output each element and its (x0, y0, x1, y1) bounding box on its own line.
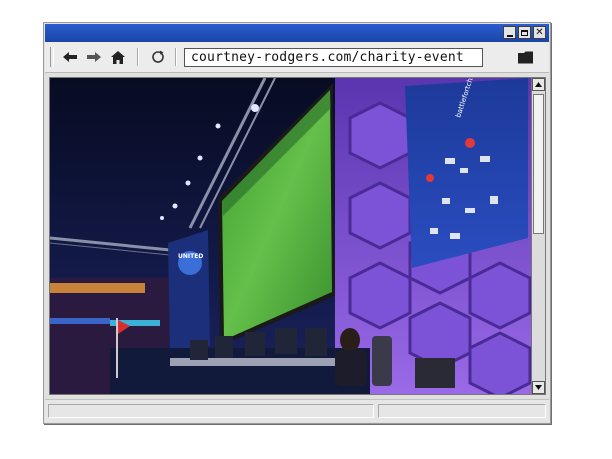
status-text-pane (48, 404, 374, 418)
event-photo: UNITED battlefortcharity.tv (50, 78, 531, 394)
status-bar (45, 399, 549, 422)
forward-arrow-icon (87, 52, 101, 62)
back-arrow-icon (63, 52, 77, 62)
close-button[interactable]: ✕ (533, 26, 546, 39)
minimize-icon (506, 34, 513, 37)
scroll-up-button[interactable] (532, 78, 545, 91)
browser-window: ✕ courtney-rodgers.com/charity-event UNI… (43, 22, 551, 424)
toolbar-separator (175, 48, 177, 66)
refresh-icon (152, 50, 164, 63)
open-folder-button[interactable] (515, 46, 537, 68)
refresh-button[interactable] (147, 46, 169, 68)
maximize-icon (521, 29, 528, 36)
home-button[interactable] (107, 46, 129, 68)
navigation-toolbar: courtney-rodgers.com/charity-event (45, 42, 549, 73)
home-icon (111, 50, 125, 64)
left-banner-text: UNITED (178, 253, 203, 260)
minimize-button[interactable] (503, 26, 516, 39)
scroll-down-button[interactable] (532, 381, 545, 394)
status-info-pane (378, 404, 546, 418)
forward-button[interactable] (83, 46, 105, 68)
scroll-up-icon (535, 82, 542, 87)
scroll-thumb[interactable] (533, 94, 544, 234)
folder-icon (518, 51, 533, 63)
toolbar-grip[interactable] (50, 47, 54, 67)
scroll-down-icon (535, 385, 542, 390)
back-button[interactable] (59, 46, 81, 68)
vertical-scrollbar[interactable] (532, 77, 546, 395)
page-viewport[interactable]: UNITED battlefortcharity.tv (49, 77, 532, 395)
close-icon: ✕ (535, 26, 544, 38)
title-bar[interactable]: ✕ (45, 24, 549, 42)
toolbar-separator (137, 48, 139, 66)
maximize-button[interactable] (518, 26, 531, 39)
address-bar[interactable]: courtney-rodgers.com/charity-event (184, 48, 483, 67)
